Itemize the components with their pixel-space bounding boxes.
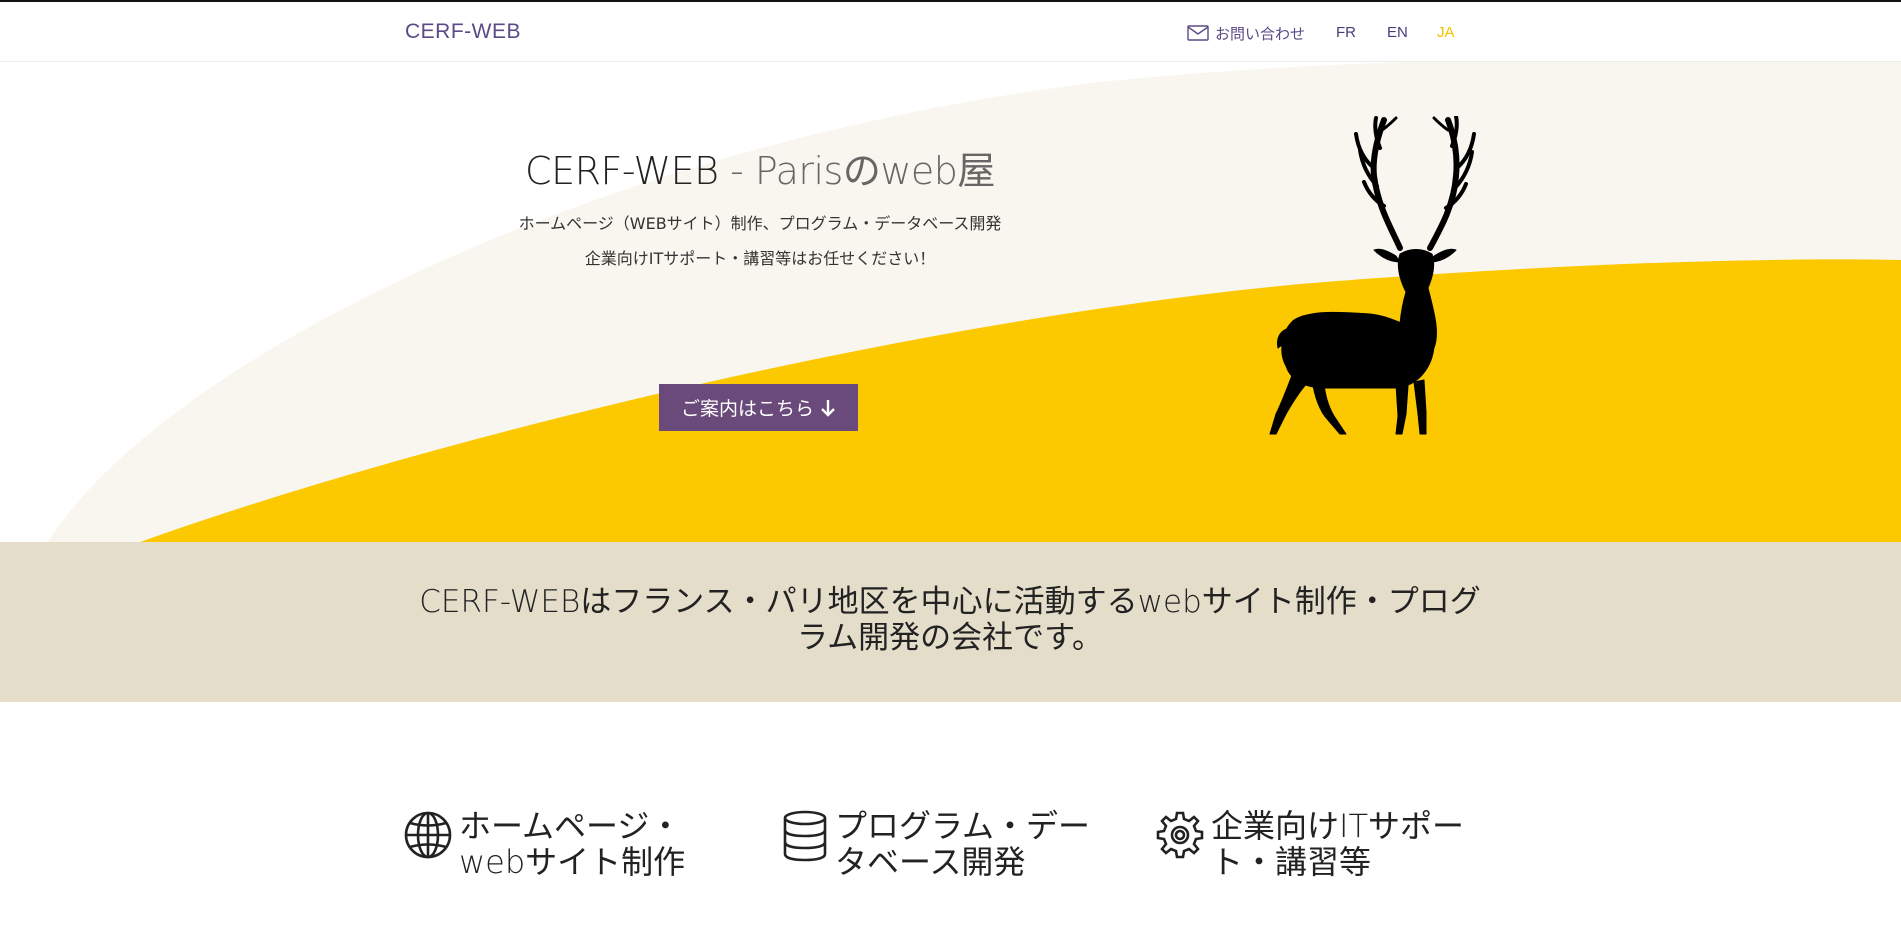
hero-subtitle-line1: ホームページ（WEBサイト）制作、プログラム・データベース開発 (518, 214, 1002, 233)
contact-label: お問い合わせ (1215, 24, 1306, 43)
globe-icon (404, 811, 452, 859)
guide-button-label: ご案内はこちら (680, 398, 814, 420)
hero-title-main: CERF-WEB (525, 149, 719, 193)
site-header: CERF-WEB お問い合わせ FR EN JA (0, 2, 1901, 62)
guide-button[interactable]: ご案内はこちら (659, 384, 858, 431)
deer-silhouette (1269, 116, 1476, 435)
database-icon (783, 810, 827, 862)
lang-ja-link[interactable]: JA (1437, 24, 1455, 41)
envelope-icon (1187, 25, 1209, 41)
hero-title: CERF-WEB - Parisのweb屋 (460, 140, 1060, 195)
intro-band: CERF-WEBはフランス・パリ地区を中心に活動するwebサイト制作・プログラム… (0, 542, 1901, 702)
hero-title-rest: - Parisのweb屋 (718, 149, 995, 193)
feature-programming[interactable]: プログラム・データベース開発 (781, 808, 1105, 880)
hero-section: CERF-WEB - Parisのweb屋 ホームページ（WEBサイト）制作、プ… (0, 62, 1901, 542)
feature-programming-label: プログラム・データベース開発 (835, 807, 1091, 881)
intro-text: CERF-WEBはフランス・パリ地区を中心に活動するwebサイト制作・プログラム… (419, 584, 1481, 656)
site-logo[interactable]: CERF-WEB (405, 20, 521, 44)
hero-background (0, 62, 1901, 542)
hero-subtitle-line2: 企業向けITサポート・講習等はお任せください！ (584, 249, 936, 268)
lang-en-link[interactable]: EN (1387, 24, 1408, 41)
arrow-down-icon (821, 399, 835, 417)
feature-it-support-label: 企業向けITサポート・講習等 (1211, 807, 1464, 881)
feature-web-design[interactable]: ホームページ・webサイト制作 (403, 808, 699, 880)
gear-icon (1156, 811, 1204, 859)
feature-it-support[interactable]: 企業向けITサポート・講習等 (1155, 808, 1501, 880)
feature-web-design-label: ホームページ・webサイト制作 (459, 807, 686, 881)
contact-link[interactable]: お問い合わせ (1187, 22, 1305, 44)
lang-fr-link[interactable]: FR (1336, 24, 1356, 41)
